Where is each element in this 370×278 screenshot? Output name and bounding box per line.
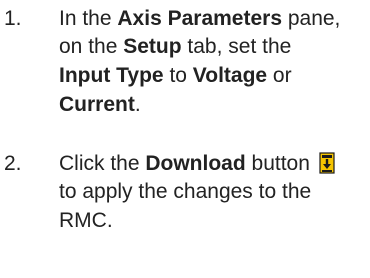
step-text: In the Axis Parameters pane, on the Setu… [59, 5, 359, 120]
ui-term-voltage: Voltage [192, 64, 268, 87]
text-run: In the [59, 7, 118, 30]
text-run: Click the [59, 152, 146, 175]
text-run: button [245, 152, 316, 175]
step-number: 2. [4, 152, 22, 175]
text-run: or [267, 64, 292, 87]
text-line: RMC. [59, 207, 359, 236]
text-run: to apply the changes to the [59, 180, 312, 203]
ui-term-axis-parameters: Axis Parameters [117, 7, 282, 30]
text-run: pane, [282, 7, 341, 30]
ui-term-setup: Setup [123, 35, 182, 58]
text-line: In the Axis Parameters pane, [59, 5, 359, 33]
instruction-document: 1. In the Axis Parameters pane, on the S… [0, 0, 370, 278]
text-line: Current. [59, 91, 359, 120]
text-run: on the [59, 35, 124, 58]
text-run: to [163, 64, 193, 87]
text-line: on the Setup tab, set the [59, 33, 359, 62]
text-line: Click the Download button [59, 150, 359, 178]
text-run: tab, set the [181, 35, 292, 58]
ui-term-input-type: Input Type [59, 64, 164, 87]
text-line: to apply the changes to the [59, 178, 359, 207]
text-line: Input Type to Voltage or [59, 62, 359, 91]
text-run: RMC. [59, 209, 113, 232]
download-icon [318, 152, 336, 174]
ui-term-current: Current [59, 93, 135, 116]
step-number: 1. [4, 7, 22, 30]
ui-term-download: Download [145, 152, 246, 175]
step-text: Click the Download button to apply the c… [59, 150, 359, 236]
text-run: . [134, 93, 141, 116]
